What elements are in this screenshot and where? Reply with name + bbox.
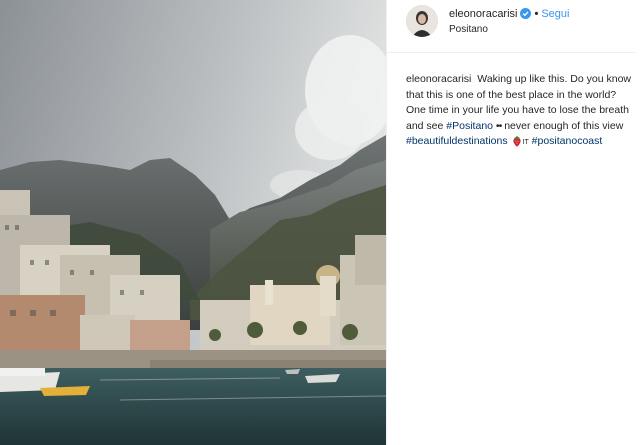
post-sidebar: eleonoracarisi • Segui Positano eleonoraca… [386, 0, 640, 445]
caption-username-link[interactable]: eleonoracarisi [406, 73, 471, 85]
positano-landscape-image [0, 0, 386, 445]
follow-button[interactable]: Segui [541, 8, 569, 20]
username-link[interactable]: eleonoracarisi [449, 8, 517, 20]
hashtag-positanocoast[interactable]: #positanocoast [532, 135, 603, 147]
post-caption: eleonoracarisi Waking up like this. Do y… [406, 72, 634, 153]
verified-badge-icon [520, 8, 532, 22]
avatar-image [406, 5, 438, 37]
caption-text-3: never enough of this view [504, 119, 624, 132]
strawberry-emoji-icon [512, 135, 522, 153]
caption-dots: •• [495, 119, 502, 132]
post-photo[interactable] [0, 0, 386, 445]
caption-text-1: Waking up like this. [477, 73, 568, 85]
instagram-post: eleonoracarisi • Segui Positano eleonoraca… [0, 0, 640, 445]
avatar[interactable] [406, 5, 438, 37]
post-header: eleonoracarisi • Segui Positano [387, 0, 636, 53]
separator-dot: • [534, 8, 539, 20]
it-label: IT [522, 139, 529, 146]
hashtag-beautifuldestinations[interactable]: #beautifuldestinations [406, 135, 508, 147]
hashtag-positano[interactable]: #Positano [446, 120, 493, 132]
location-link[interactable]: Positano [449, 24, 488, 35]
